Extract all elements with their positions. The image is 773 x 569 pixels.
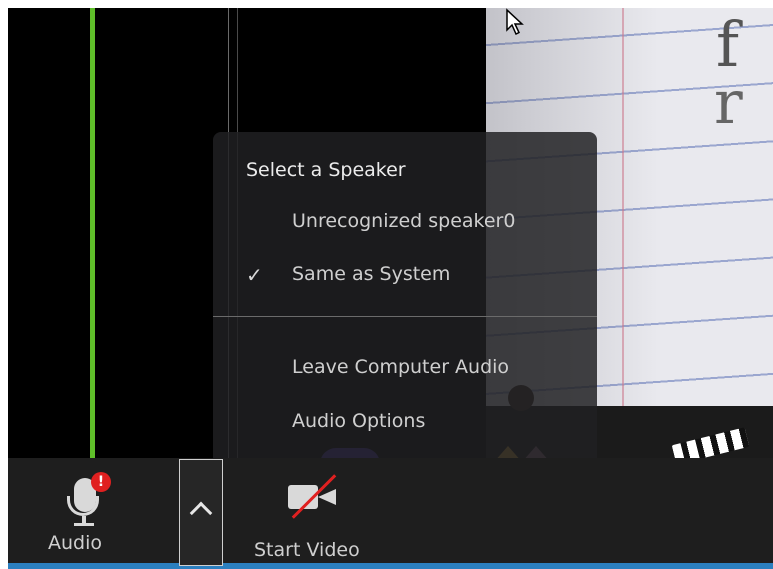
menu-item-label: Audio Options bbox=[292, 410, 426, 432]
menu-divider bbox=[213, 316, 597, 317]
active-speaker-indicator bbox=[90, 8, 95, 458]
toolbar-accent-bar bbox=[8, 563, 773, 569]
audio-options-toggle-button[interactable] bbox=[179, 459, 223, 566]
menu-item-label: Unrecognized speaker0 bbox=[292, 210, 516, 232]
audio-label: Audio bbox=[48, 532, 103, 554]
start-video-label: Start Video bbox=[254, 539, 360, 561]
checkmark-icon: ✓ bbox=[246, 263, 263, 287]
meeting-window: f r Select a Speaker Unrecognized speake… bbox=[8, 8, 773, 569]
chevron-up-icon bbox=[189, 501, 213, 525]
mouse-pointer-icon bbox=[506, 8, 524, 36]
start-video-button[interactable]: Start Video bbox=[248, 473, 388, 563]
menu-item-same-as-system[interactable]: ✓ Same as System bbox=[213, 255, 597, 295]
alert-badge-icon: ! bbox=[91, 472, 111, 492]
menu-item-audio-options[interactable]: Audio Options bbox=[213, 402, 597, 442]
menu-item-unrecognized-speaker[interactable]: Unrecognized speaker0 bbox=[213, 202, 597, 242]
menu-item-leave-computer-audio[interactable]: Leave Computer Audio bbox=[213, 348, 597, 388]
menu-item-label: Same as System bbox=[292, 263, 451, 285]
handwriting-image: r bbox=[714, 68, 745, 138]
menu-item-label: Leave Computer Audio bbox=[292, 356, 510, 378]
audio-button[interactable]: ! Audio bbox=[42, 468, 132, 558]
menu-title: Select a Speaker bbox=[246, 159, 406, 181]
speaker-select-menu: Select a Speaker Unrecognized speaker0 ✓… bbox=[213, 132, 597, 462]
